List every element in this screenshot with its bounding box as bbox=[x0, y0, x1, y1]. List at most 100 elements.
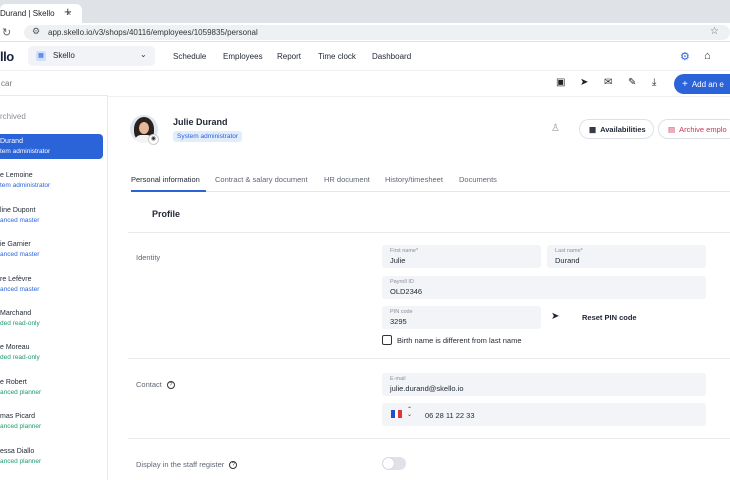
mail-icon[interactable]: ✉ bbox=[604, 77, 612, 88]
nav-schedule[interactable]: Schedule bbox=[173, 52, 206, 61]
toggle-knob bbox=[383, 458, 394, 469]
employee-list-item[interactable]: re Lefèvre anced master bbox=[0, 272, 103, 297]
archive-employee-button[interactable]: ▤ Archive emplo bbox=[658, 119, 730, 139]
tab-documents[interactable]: Documents bbox=[459, 175, 497, 184]
employee-list-role: anced planner bbox=[0, 457, 42, 465]
employee-list-item[interactable]: e Robert anced planner bbox=[0, 375, 103, 400]
employee-list-name: essa Diallo bbox=[0, 447, 35, 455]
employee-list-item[interactable]: Durand tem administrator bbox=[0, 134, 103, 159]
employee-list-role: anced planner bbox=[0, 423, 42, 431]
staff-register-label-row: Display in the staff register? bbox=[136, 460, 238, 470]
section-title: Profile bbox=[152, 209, 181, 219]
payroll-id-value: OLD2346 bbox=[390, 287, 423, 296]
divider bbox=[128, 232, 730, 233]
employee-list-role: anced master bbox=[0, 251, 40, 259]
birth-name-checkbox[interactable] bbox=[382, 335, 392, 345]
archive-label: Archive emplo bbox=[679, 124, 727, 134]
url-input[interactable]: ⚙ app.skello.io/v3/shops/40116/employees… bbox=[24, 25, 730, 40]
employee-list-item[interactable]: essa Diallo anced planner bbox=[0, 444, 103, 469]
calendar-icon: ▦ bbox=[589, 124, 597, 134]
archived-filter[interactable]: rchived bbox=[0, 112, 26, 121]
add-employee-button[interactable]: + Add an e bbox=[674, 74, 730, 94]
tab-history-timesheet[interactable]: History/timesheet bbox=[385, 175, 443, 184]
employee-list-role: ded read-only bbox=[0, 320, 40, 327]
send-pin-icon[interactable]: ➤ bbox=[551, 311, 559, 322]
archive-icon: ▤ bbox=[668, 124, 676, 134]
employee-list-name: e Lemoine bbox=[0, 172, 33, 180]
plus-icon: + bbox=[682, 78, 688, 90]
profile-tabs: Personal information Contract & salary d… bbox=[131, 170, 730, 192]
employee-list-name: re Lefèvre bbox=[0, 275, 32, 283]
reset-pin-button[interactable]: Reset PIN code bbox=[582, 313, 637, 322]
employee-list-item[interactable]: Marchand ded read-only bbox=[0, 306, 103, 331]
nav-dashboard[interactable]: Dashboard bbox=[372, 52, 411, 61]
app-header: llo ▦ Skello ⌄ Schedule Employees Report… bbox=[0, 42, 730, 71]
france-flag-icon[interactable] bbox=[391, 410, 403, 418]
staff-register-label: Display in the staff register bbox=[136, 460, 225, 469]
payroll-id-label: Payroll ID bbox=[390, 279, 414, 285]
employee-list-item[interactable]: ie Garnier anced master bbox=[0, 237, 103, 262]
camera-icon[interactable]: ◉ bbox=[148, 134, 159, 145]
edit-icon[interactable]: ✎ bbox=[628, 77, 636, 88]
help-icon[interactable]: ? bbox=[166, 381, 175, 390]
home-icon[interactable]: ⌂ bbox=[704, 50, 711, 62]
nav-time-clock[interactable]: Time clock bbox=[318, 52, 356, 61]
employee-list-item[interactable]: e Moreau ded read-only bbox=[0, 340, 103, 365]
employee-list-name: mas Picard bbox=[0, 413, 36, 421]
shop-name: Skello bbox=[53, 51, 75, 60]
staff-register-toggle[interactable] bbox=[382, 457, 406, 470]
bookmark-star-icon[interactable]: ☆ bbox=[710, 26, 719, 37]
employee-list-role: anced planner bbox=[0, 388, 42, 396]
reload-icon[interactable]: ↻ bbox=[2, 26, 11, 39]
employee-list-item[interactable]: line Dupont anced master bbox=[0, 203, 103, 228]
site-info-icon[interactable]: ⚙ bbox=[32, 26, 40, 37]
gear-icon[interactable]: ⚙ bbox=[680, 50, 690, 63]
contact-label-row: Contact? bbox=[136, 380, 175, 390]
browser-tab-bar: Durand | Skello × + bbox=[0, 0, 730, 23]
document-icon[interactable]: ▣ bbox=[556, 77, 565, 88]
employee-list-role: tem administrator bbox=[0, 148, 51, 155]
shop-selector[interactable]: ▦ Skello ⌄ bbox=[28, 46, 155, 66]
tab-personal-information[interactable]: Personal information bbox=[131, 175, 200, 184]
employee-list-role: tem administrator bbox=[0, 182, 51, 190]
nav-employees[interactable]: Employees bbox=[223, 52, 263, 61]
send-icon[interactable]: ➤ bbox=[580, 77, 588, 88]
employee-name: Julie Durand bbox=[173, 117, 228, 127]
employee-list-name: e Moreau bbox=[0, 344, 30, 352]
last-name-label: Last name* bbox=[555, 248, 583, 254]
divider bbox=[128, 438, 730, 439]
first-name-field[interactable]: First name* Julie bbox=[382, 245, 541, 268]
pin-code-value: 3295 bbox=[390, 317, 407, 326]
phone-value: 06 28 11 22 33 bbox=[425, 411, 475, 420]
employee-list-name: line Dupont bbox=[0, 206, 36, 214]
pin-code-label: PIN code bbox=[390, 309, 413, 315]
employee-list-name: ie Garnier bbox=[0, 241, 31, 249]
payroll-id-field[interactable]: Payroll ID OLD2346 bbox=[382, 276, 706, 299]
tab-contract-salary[interactable]: Contract & salary document bbox=[215, 175, 308, 184]
employee-list-name: Durand bbox=[0, 138, 23, 145]
employee-list-role: anced master bbox=[0, 216, 40, 224]
browser-tab-title: Durand | Skello bbox=[0, 9, 55, 18]
availabilities-label: Availabilities bbox=[600, 124, 646, 134]
email-field[interactable]: E-mail julie.durand@skello.io bbox=[382, 373, 706, 396]
nav-report[interactable]: Report bbox=[277, 52, 301, 61]
search-input[interactable] bbox=[0, 71, 108, 96]
download-icon[interactable]: ⤓ bbox=[652, 77, 656, 88]
pin-code-field[interactable]: PIN code 3295 bbox=[382, 306, 541, 329]
email-value: julie.durand@skello.io bbox=[390, 384, 464, 393]
user-icon[interactable]: ♙ bbox=[551, 123, 560, 134]
tab-hr-document[interactable]: HR document bbox=[324, 175, 370, 184]
divider bbox=[128, 358, 730, 359]
availabilities-button[interactable]: ▦ Availabilities bbox=[579, 119, 654, 139]
employee-list-role: anced master bbox=[0, 285, 40, 293]
new-tab-icon[interactable]: + bbox=[64, 4, 72, 19]
country-selector-icon[interactable]: ⌃ ⌄ bbox=[407, 407, 412, 418]
employee-sidebar: rchived Durandtem administratore Lemoine… bbox=[0, 71, 108, 480]
last-name-field[interactable]: Last name* Durand bbox=[547, 245, 706, 268]
employee-list-item[interactable]: e Lemoine tem administrator bbox=[0, 168, 103, 193]
shop-icon: ▦ bbox=[36, 51, 46, 61]
add-employee-label: Add an e bbox=[691, 79, 724, 89]
employee-list-item[interactable]: mas Picard anced planner bbox=[0, 409, 103, 434]
phone-field[interactable]: ⌃ ⌄ 06 28 11 22 33 bbox=[382, 403, 706, 426]
help-icon[interactable]: ? bbox=[229, 461, 238, 470]
